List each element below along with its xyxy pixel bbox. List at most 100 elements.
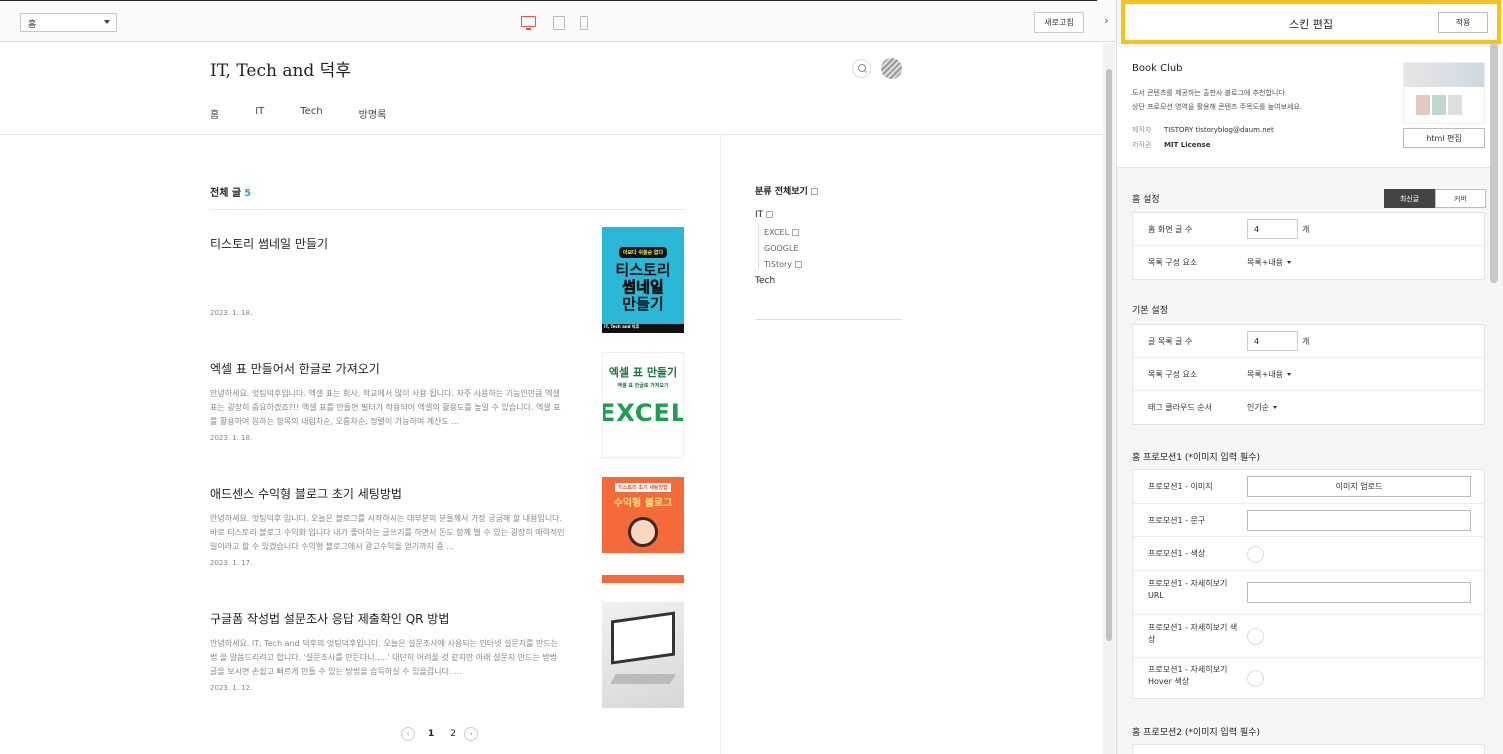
- promo1-color-row: 프로모션1 - 색상: [1133, 537, 1484, 571]
- post-item[interactable]: 티스토리 썸네일 만들기 2023. 1. 18. 이보다 쉬울순 없다 티스토…: [210, 227, 685, 345]
- nav-item-tech[interactable]: Tech: [300, 106, 322, 121]
- category-it[interactable]: IT: [755, 210, 818, 220]
- collapse-panel-button[interactable]: ›: [1097, 0, 1116, 42]
- category-it-label: IT: [755, 210, 764, 220]
- promo2-title: 홈 프로모션2 (*이미지 입력 필수): [1132, 728, 1261, 738]
- sidebar-divider: [755, 319, 902, 320]
- subcategory-label: TiStory: [764, 260, 792, 269]
- promo1-box: 프로모션1 - 이미지 이미지 업로드 프로모션1 - 문구 프로모션1 - 색…: [1132, 469, 1485, 699]
- preview-scrollbar[interactable]: [1103, 43, 1115, 754]
- post-date: 2023. 1. 17.: [210, 559, 253, 567]
- post-thumbnail[interactable]: 엑셀 표 만들기 엑셀 표 한글로 가져오기 EXCEL: [602, 352, 684, 458]
- thumb-text-2: 엑셀 표 한글로 가져오기: [617, 382, 669, 389]
- refresh-button[interactable]: 새로고침: [1034, 12, 1084, 33]
- subcategory-excel[interactable]: EXCEL: [764, 228, 818, 237]
- subcategory-label: EXCEL: [764, 228, 790, 237]
- nav-item-it[interactable]: IT: [255, 106, 264, 121]
- promo1-more-color-label-line-1: 프로모션1 - 자세히보기 색: [1148, 623, 1238, 632]
- thumb-text-2: 수익형 블로그: [613, 498, 673, 509]
- promo1-image-label: 프로모션1 - 이미지: [1148, 482, 1213, 491]
- page-1[interactable]: 1: [428, 729, 434, 739]
- category-all[interactable]: 분류 전체보기: [755, 184, 818, 197]
- post-thumbnail[interactable]: 티스토리 초기 세팅방법 수익형 블로그: [602, 477, 684, 583]
- post-excerpt: 안녕하세요. 엇팅덕후 입니다. 오늘은 블로그를 시작하시는 대부분의 분들께…: [210, 514, 565, 551]
- list-count-input[interactable]: 4: [1247, 331, 1298, 351]
- panel-scrollbar[interactable]: [1490, 43, 1498, 283]
- promo1-hover-swatch[interactable]: [1247, 670, 1264, 687]
- post-excerpt: [210, 262, 565, 304]
- category-tech[interactable]: Tech: [755, 276, 818, 286]
- license-key: 저작권: [1132, 141, 1152, 149]
- promo1-text-input[interactable]: [1247, 510, 1471, 531]
- post-date: 2023. 1. 18.: [210, 434, 253, 442]
- thumb-text-1: 엑셀 표 만들기: [608, 365, 678, 379]
- post-title[interactable]: 구글폼 작성법 설문조사 응답 제출확인 QR 방법: [210, 610, 449, 627]
- mode-latest-button[interactable]: 최신글: [1384, 189, 1435, 208]
- page-select[interactable]: 홈: [20, 13, 117, 32]
- subcategory-label: GOOGLE: [764, 244, 799, 253]
- skin-thumbnail: [1403, 62, 1485, 124]
- new-icon: [766, 211, 774, 218]
- post-item[interactable]: 애드센스 수익형 블로그 초기 세팅방법 안녕하세요. 엇팅덕후 입니다. 오늘…: [210, 477, 685, 595]
- category-all-label: 분류 전체보기: [755, 187, 808, 197]
- home-count-input[interactable]: 4: [1247, 219, 1298, 239]
- promo1-title: 홈 프로모션1 (*이미지 입력 필수): [1132, 453, 1261, 463]
- skin-meta: 제작자 TISTORY tistoryblog@daum.net 저작권 MIT L…: [1132, 123, 1274, 153]
- license-value: MIT License: [1164, 141, 1211, 149]
- thumb-book: [1432, 95, 1446, 115]
- all-posts-divider: [210, 209, 685, 210]
- post-date: 2023. 1. 12.: [210, 684, 253, 692]
- mobile-view-icon[interactable]: [580, 16, 588, 30]
- prev-page-icon[interactable]: ‹: [401, 727, 415, 741]
- next-page-icon[interactable]: ›: [464, 727, 478, 741]
- post-date: 2023. 1. 18.: [210, 309, 253, 317]
- image-upload-button[interactable]: 이미지 업로드: [1247, 476, 1471, 497]
- promo1-more-color-row: 프로모션1 - 자세히보기 색 상: [1133, 615, 1484, 658]
- basic-settings-box: 글 목록 글 수 4 개 목록 구성 요소 목록+내용 태그 클라우드 순서 인…: [1132, 324, 1485, 425]
- nav-item-home[interactable]: 홈: [210, 106, 219, 121]
- promo1-more-color-swatch[interactable]: [1247, 628, 1264, 645]
- home-mode-toggle: 최신글 커버: [1384, 189, 1486, 208]
- list-compose-label: 목록 구성 요소: [1148, 370, 1198, 379]
- desktop-view-icon[interactable]: [521, 16, 536, 30]
- subcategory-tistory[interactable]: TiStory: [764, 260, 818, 269]
- subcategory-google[interactable]: GOOGLE: [764, 244, 818, 253]
- category-sidebar: 분류 전체보기 IT EXCEL GOOGLE TiStory Tech: [755, 184, 818, 290]
- tag-order-select[interactable]: 인기순: [1247, 402, 1277, 413]
- avatar[interactable]: [881, 58, 902, 79]
- list-compose-select[interactable]: 목록+내용: [1247, 369, 1291, 380]
- thumb-banner: [1404, 63, 1484, 87]
- tablet-view-icon[interactable]: [553, 16, 565, 30]
- home-settings-box: 홈 화면 글 수 4 개 목록 구성 요소 목록+내용: [1132, 212, 1485, 280]
- skin-info: Book Club 도서 콘텐츠를 제공하는 출판사 블로그에 추천합니다. 상…: [1117, 47, 1497, 168]
- promo1-text-label: 프로모션1 - 문구: [1148, 516, 1206, 525]
- pagination: ‹ 1 2 ›: [401, 727, 478, 741]
- post-title[interactable]: 애드센스 수익형 블로그 초기 세팅방법: [210, 485, 402, 502]
- column-divider: [720, 135, 721, 754]
- post-title[interactable]: 엑셀 표 만들어서 한글로 가져오기: [210, 360, 380, 377]
- keyboard-illustration: [610, 674, 676, 684]
- promo1-color-swatch[interactable]: [1247, 546, 1264, 563]
- html-edit-button[interactable]: html 편집: [1403, 128, 1485, 148]
- nav-item-guestbook[interactable]: 방명록: [359, 106, 387, 121]
- search-icon[interactable]: [852, 59, 871, 78]
- mode-cover-button[interactable]: 커버: [1435, 189, 1486, 208]
- post-item[interactable]: 구글폼 작성법 설문조사 응답 제출확인 QR 방법 안녕하세요. IT, Te…: [210, 602, 685, 720]
- post-thumbnail[interactable]: [602, 602, 684, 708]
- basic-settings-title: 기본 설정: [1132, 306, 1168, 316]
- category-subs: EXCEL GOOGLE TiStory: [758, 224, 818, 269]
- post-thumbnail[interactable]: 이보다 쉬울순 없다 티스토리 썸네일 만들기 IT, Tech and 덕후: [602, 227, 684, 333]
- panel-header: 스킨 편집 적용: [1121, 0, 1501, 44]
- promo2-box: [1132, 744, 1485, 754]
- promo1-hover-label-line-2: Hover 색상: [1148, 677, 1190, 686]
- apply-button[interactable]: 적용: [1438, 12, 1488, 33]
- promo1-url-input[interactable]: [1247, 582, 1471, 603]
- home-compose-select[interactable]: 목록+내용: [1247, 257, 1291, 268]
- post-title[interactable]: 티스토리 썸네일 만들기: [210, 235, 328, 252]
- tag-order-label: 태그 클라우드 순서: [1148, 403, 1212, 412]
- post-excerpt: 안녕하세요. 엇팅덕후입니다. 엑셀 표는 회사, 학교에서 많이 사용 됩니다…: [210, 389, 561, 426]
- post-item[interactable]: 엑셀 표 만들어서 한글로 가져오기 안녕하세요. 엇팅덕후입니다. 엑셀 표는…: [210, 352, 685, 470]
- preview-scrollbar-thumb[interactable]: [1106, 69, 1112, 641]
- page-2[interactable]: 2: [450, 729, 456, 739]
- blog-title[interactable]: IT, Tech and 덕후: [210, 56, 351, 81]
